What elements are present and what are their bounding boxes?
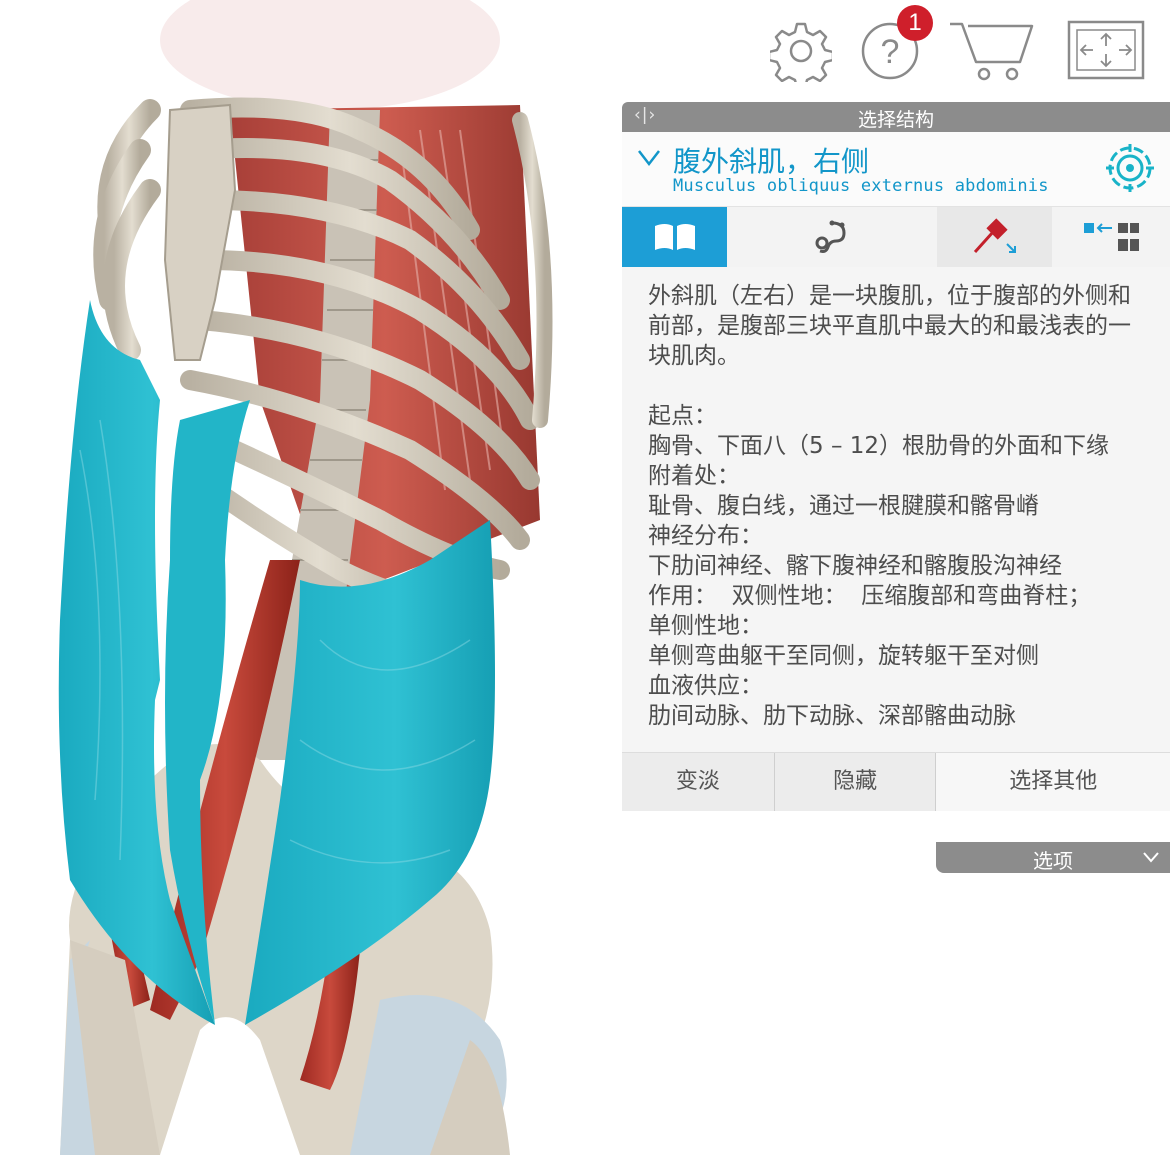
- tab-pin[interactable]: [937, 207, 1052, 267]
- panel-header: ‹|› 选择结构: [622, 102, 1170, 132]
- book-icon: [654, 224, 695, 250]
- origin-value: 胸骨、下面八（5 – 12）根肋骨的外面和下缘: [648, 433, 1110, 459]
- blood-supply-value: 肋间动脉、肋下动脉、深部髂曲动脉: [648, 703, 1016, 729]
- stethoscope-icon: [815, 220, 846, 253]
- insertion-label: 附着处：: [648, 463, 740, 489]
- options-label: 选项: [1033, 849, 1073, 873]
- chevron-down-icon: [1143, 852, 1159, 863]
- insertion-value: 耻骨、腹白线，通过一根腱膜和髂骨嵴: [648, 493, 1039, 519]
- options-dropdown-button[interactable]: 选项: [936, 842, 1170, 873]
- settings-button[interactable]: [770, 20, 832, 82]
- cart-icon: [950, 22, 1034, 81]
- description-intro: 外斜肌（左右）是一块腹肌，位于腹部的外侧和前部，是腹部三块平直肌中最大的和最浅表…: [648, 283, 1131, 369]
- layers-icon: [1084, 223, 1139, 251]
- nerve-value: 下肋间神经、髂下腹神经和髂腹股沟神经: [648, 553, 1062, 579]
- panel-actions: 变淡 隐藏 选择其他: [622, 753, 1170, 811]
- blood-supply-label: 血液供应：: [648, 673, 763, 699]
- nerve-label: 神经分布：: [648, 523, 763, 549]
- panel-tabs: [622, 207, 1170, 267]
- gear-icon: [770, 22, 832, 82]
- action-line: 作用： 双侧性地： 压缩腹部和弯曲脊柱；: [648, 583, 1092, 609]
- structure-description: 外斜肌（左右）是一块腹肌，位于腹部的外侧和前部，是腹部三块平直肌中最大的和最浅表…: [622, 267, 1170, 753]
- tab-clinical[interactable]: [727, 207, 937, 267]
- structure-name-latin: Musculus obliquus externus abdominis: [673, 176, 1049, 196]
- tab-description[interactable]: [622, 207, 727, 267]
- locate-target-icon[interactable]: [1106, 144, 1154, 192]
- tab-layers[interactable]: [1052, 207, 1170, 267]
- unilateral-value: 单侧弯曲躯干至同侧，旋转躯干至对侧: [648, 643, 1039, 669]
- origin-label: 起点：: [648, 403, 717, 429]
- svg-text:?: ?: [881, 33, 900, 71]
- chevron-down-icon[interactable]: [636, 146, 662, 168]
- fade-button[interactable]: 变淡: [622, 753, 775, 811]
- select-other-button[interactable]: 选择其他: [936, 753, 1170, 811]
- structure-info-panel: ‹|› 选择结构 腹外斜肌，右侧 Musculus obliquus exter…: [622, 102, 1170, 811]
- store-button[interactable]: [948, 20, 1034, 82]
- unilateral-label: 单侧性地：: [648, 613, 763, 639]
- fullscreen-button[interactable]: [1067, 20, 1145, 82]
- pin-icon: [973, 218, 1016, 254]
- torso-model-illustration[interactable]: [0, 0, 600, 1155]
- anatomy-3d-view[interactable]: [0, 0, 600, 1155]
- hide-button[interactable]: 隐藏: [775, 753, 937, 811]
- fullscreen-icon: [1067, 20, 1145, 80]
- structure-name-block: 腹外斜肌，右侧 Musculus obliquus externus abdom…: [622, 132, 1170, 207]
- notification-badge: 1: [897, 5, 933, 41]
- structure-name-chinese: 腹外斜肌，右侧: [673, 145, 870, 178]
- panel-title: 选择结构: [857, 109, 934, 131]
